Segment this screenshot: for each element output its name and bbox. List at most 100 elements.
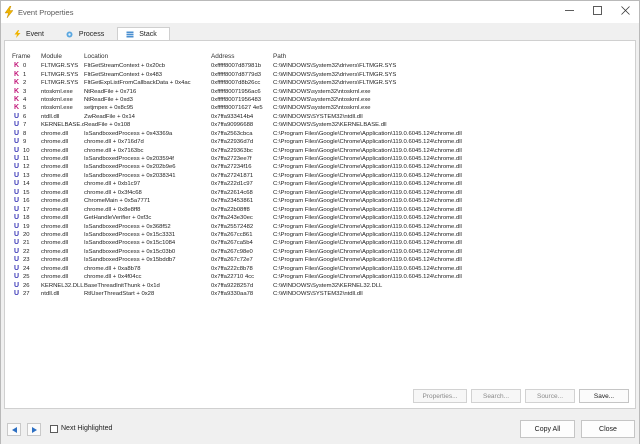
module-cell: chrome.dll	[41, 206, 69, 213]
table-row[interactable]: K 5 ntoskrnl.exe setjmpex + 0x8c95 0xfffff80…	[12, 104, 512, 112]
tab-stack[interactable]: Stack	[117, 27, 170, 41]
user-mode-icon: U	[13, 222, 20, 230]
tab-process[interactable]: Process	[56, 27, 118, 41]
frame-cell: U6	[12, 113, 41, 121]
properties-button[interactable]: Properties...	[413, 389, 467, 403]
frame-number: 16	[23, 198, 30, 205]
module-cell: KERNEL32.DLL	[41, 282, 84, 289]
copy-all-button[interactable]: Copy All	[520, 420, 575, 438]
table-row[interactable]: U 7 KERNELBASE.dll ReadFile + 0x108 0x7ffa90…	[12, 121, 512, 129]
frame-cell: U 13	[12, 172, 41, 180]
frame-cell: U 18	[12, 214, 41, 222]
table-row[interactable]: K 2 FLTMGR.SYS FltGetExpListFromCallbackDat…	[12, 79, 512, 87]
location-cell: chrome.dll + 0x7163bc	[84, 147, 144, 154]
address-cell: 0xfffff80071956483	[211, 96, 262, 103]
frame-cell: U 15	[12, 189, 41, 197]
next-button[interactable]	[27, 423, 41, 436]
column-header-address[interactable]: Address	[211, 53, 273, 60]
address-cell: 0x7ffa22710 4cc	[211, 274, 255, 281]
column-header-location[interactable]: Location	[84, 53, 211, 60]
frame-number: 22	[23, 248, 30, 255]
maximize-icon	[592, 5, 602, 15]
module-cell: FLTMGR.SYS	[41, 80, 79, 87]
table-row[interactable]: U 9 chrome.dll chrome.dll + 0x716d7d 0x7ffa2…	[12, 138, 512, 146]
user-mode-icon: U	[13, 290, 20, 298]
table-row[interactable]: K 3 ntoskrnl.exe NtReadFile + 0x716 0xfffff8…	[12, 87, 512, 95]
frame-number: 19	[23, 223, 30, 230]
frame-cell: U 27	[12, 290, 41, 298]
table-row[interactable]: U 15 chrome.dll chrome.dll + 0x3f4c68 0x7ffa…	[12, 189, 512, 197]
path-cell: C:\Program Files\Google\Chrome\Applicati…	[273, 206, 462, 213]
table-row[interactable]: U 24 chrome.dll chrome.dll + 0xa8b78 0x7ffa2…	[12, 265, 512, 273]
path-cell: C:\Program Files\Google\Chrome\Applicati…	[273, 257, 462, 264]
table-row[interactable]: K 0 FLTMGR.SYS FltGetStreamContext + 0x20cb…	[12, 62, 512, 70]
user-mode-icon: U	[13, 163, 20, 171]
previous-button[interactable]	[7, 423, 21, 436]
bottom-bar: Next Highlighted Copy All Close	[1, 414, 639, 444]
location-cell: IsSandboxedProcess + 0x203594f	[84, 156, 174, 163]
frame-number: 11	[23, 156, 30, 163]
table-row[interactable]: U 23 chrome.dll IsSandboxedProcess + 0x15bd…	[12, 256, 512, 264]
tab-stack-label: Stack	[139, 30, 157, 38]
table-row[interactable]: U 13 chrome.dll IsSandboxedProcess + 0x2038…	[12, 172, 512, 180]
table-row[interactable]: U 18 chrome.dll GetHandleVerifier + 0xf3c 0x…	[12, 214, 512, 222]
table-row[interactable]: U 21 chrome.dll IsSandboxedProcess + 0x15c1…	[12, 239, 512, 247]
kernel-mode-icon: K	[13, 104, 20, 112]
module-cell: chrome.dll	[41, 172, 69, 179]
table-row[interactable]: U 27 ntdll.dll RtlUserThreadStart + 0x28 0x7…	[12, 290, 512, 298]
close-button[interactable]: Close	[581, 420, 635, 438]
table-row[interactable]: U 17 chrome.dll chrome.dll + 0x8e8ff8 0x7ffa…	[12, 205, 512, 213]
frame-cell: U 26	[12, 282, 41, 290]
column-header-module[interactable]: Module	[41, 53, 84, 60]
event-icon	[13, 30, 21, 38]
frame-cell: U 21	[12, 239, 41, 247]
maximize-button[interactable]	[583, 1, 611, 19]
table-row[interactable]: U 26 KERNEL32.DLL BaseThreadInitThunk + 0x1…	[12, 281, 512, 289]
save-button[interactable]: Save...	[579, 389, 629, 403]
column-header-path[interactable]: Path	[273, 53, 503, 60]
frame-cell: K2	[12, 79, 41, 87]
table-row[interactable]: K 1 FLTMGR.SYS FltGetStreamContext + 0x483 0…	[12, 70, 512, 78]
location-cell: IsSandboxedProcess + 0x15c3331	[84, 231, 176, 238]
table-row[interactable]: U 6 ntdll.dll ZwReadFile + 0x14 0x7ffa933414…	[12, 113, 512, 121]
table-row[interactable]: U 11 chrome.dll IsSandboxedProcess + 0x2035…	[12, 155, 512, 163]
address-cell: 0x7ffa27241871	[211, 172, 254, 179]
close-window-button[interactable]	[611, 1, 639, 19]
table-row[interactable]: U 25 chrome.dll chrome.dll + 0x4f04cc 0x7ffa…	[12, 273, 512, 281]
path-cell: C:\Program Files\Google\Chrome\Applicati…	[273, 248, 462, 255]
tab-event-label: Event	[26, 30, 44, 38]
frame-cell: U 19	[12, 223, 41, 231]
window-title: Event Properties	[18, 7, 74, 17]
source-button[interactable]: Source...	[525, 389, 575, 403]
table-row[interactable]: K 4 ntoskrnl.exe NtReadFile + 0xd3 0xfffff80…	[12, 96, 512, 104]
table-row[interactable]: U 16 chrome.dll ChromeMain + 0x5a7771 0x7ffa…	[12, 197, 512, 205]
table-row[interactable]: U 12 chrome.dll IsSandboxedProcess + 0x202b…	[12, 163, 512, 171]
location-cell: chrome.dll + 0xb1c97	[84, 181, 141, 188]
frame-number: 21	[23, 240, 30, 247]
table-row[interactable]: U 22 chrome.dll IsSandboxedProcess + 0x15c0…	[12, 248, 512, 256]
table-row[interactable]: U 10 chrome.dll chrome.dll + 0x7163bc 0x7ffa…	[12, 146, 512, 154]
module-cell: ntoskrnl.exe	[41, 88, 73, 95]
minimize-button[interactable]	[555, 1, 583, 19]
stack-panel: Frame Module Location Address Path K 0 FLT…	[4, 40, 636, 409]
table-row[interactable]: U 14 chrome.dll chrome.dll + 0xb1c97 0x7ffa2…	[12, 180, 512, 188]
search-button[interactable]: Search...	[471, 389, 521, 403]
kernel-mode-icon: K	[13, 62, 20, 70]
module-cell: chrome.dll	[41, 164, 69, 171]
location-cell: IsSandboxedProcess + 0x15bddb7	[84, 257, 176, 264]
table-row[interactable]: U 8 chrome.dll IsSandboxedProcess + 0x43369…	[12, 130, 512, 138]
frame-cell: U 11	[12, 155, 41, 163]
table-row[interactable]: U 19 chrome.dll IsSandboxedProcess + 0x368f…	[12, 222, 512, 230]
tab-event[interactable]: Event	[4, 27, 57, 41]
location-cell: IsSandboxedProcess + 0x2038341	[84, 172, 176, 179]
frame-number: 15	[23, 189, 30, 196]
stack-table[interactable]: Frame Module Location Address Path K 0 FLT…	[12, 50, 512, 298]
frame-number: 9	[23, 139, 27, 146]
frame-number: 1	[23, 71, 27, 78]
column-header-frame[interactable]: Frame	[12, 53, 41, 60]
address-cell: 0x7ffa267cc861	[211, 231, 253, 238]
next-highlighted-checkbox[interactable]	[50, 425, 58, 433]
table-row[interactable]: U 20 chrome.dll IsSandboxedProcess + 0x15c3…	[12, 231, 512, 239]
frame-cell: U 23	[12, 256, 41, 264]
module-cell: chrome.dll	[41, 240, 69, 247]
